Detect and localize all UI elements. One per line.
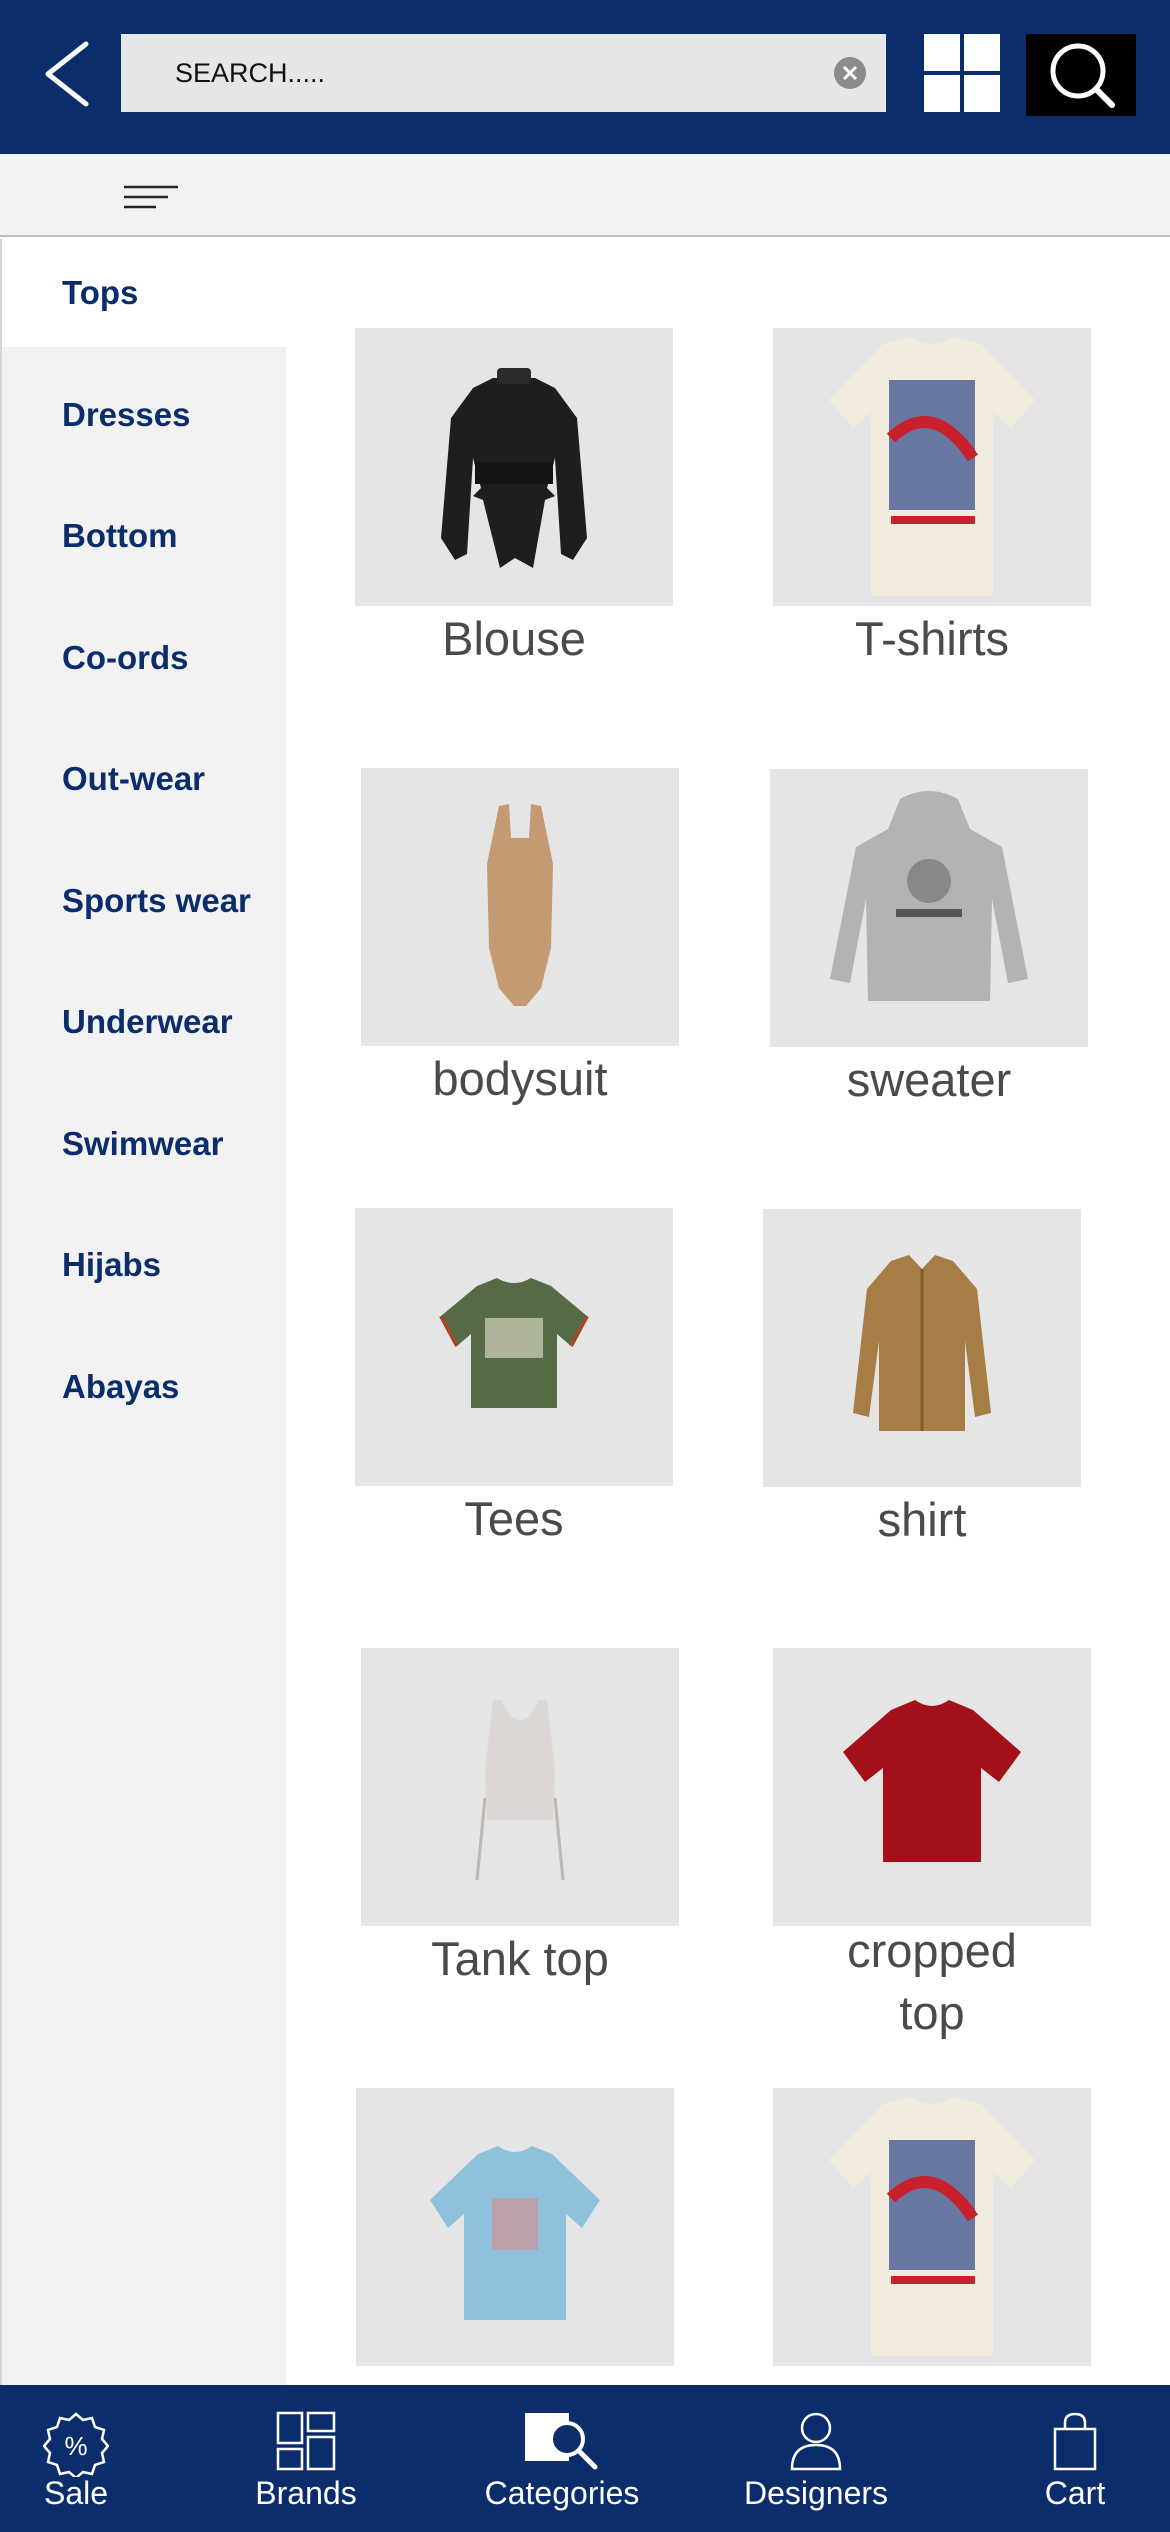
sidebar-item-co-ords[interactable]: Co-ords (2, 604, 288, 712)
tank-top-image-icon (475, 1700, 565, 1881)
brands-grid-icon (276, 2411, 336, 2471)
nav-item-sale[interactable]: % Sale (0, 2385, 152, 2532)
nav-item-categories[interactable]: Categories (480, 2385, 644, 2532)
percent-badge-icon: % (43, 2412, 109, 2477)
product-image (355, 328, 673, 606)
back-button[interactable] (36, 36, 100, 112)
search-button[interactable] (1026, 34, 1136, 116)
categories-search-icon (525, 2413, 598, 2470)
tshirt-image-icon (829, 336, 1035, 596)
grid-view-button[interactable] (924, 34, 1000, 112)
product-label: sweater (846, 1053, 1012, 1106)
nav-item-designers[interactable]: Designers (740, 2385, 892, 2532)
sidebar-item-label: Swimwear (62, 1125, 224, 1162)
filter-button[interactable] (122, 184, 180, 214)
sidebar-item-label: Tops (62, 274, 139, 311)
sidebar-item-swimwear[interactable]: Swimwear (2, 1090, 288, 1198)
sidebar-item-label: Co-ords (62, 639, 189, 676)
product-label: Tees (464, 1492, 564, 1545)
nav-label: Cart (1044, 2475, 1106, 2511)
sidebar-item-underwear[interactable]: Underwear (2, 968, 288, 1076)
product-label: Tank top (431, 1932, 609, 1985)
nav-label: Categories (484, 2475, 640, 2511)
sidebar-item-tops[interactable]: Tops (2, 239, 288, 347)
sidebar-item-label: Hijabs (62, 1246, 162, 1283)
sidebar-item-sports-wear[interactable]: Sports wear (2, 847, 288, 955)
bodysuit-image-icon (487, 804, 553, 1006)
product-image (773, 2088, 1091, 2366)
sidebar-item-label: Underwear (62, 1003, 233, 1040)
product-image (773, 1648, 1091, 1926)
product-label: shirt (877, 1493, 967, 1546)
product-label: cropped top (847, 1924, 1017, 2039)
sidebar-item-label: Sports wear (62, 882, 251, 919)
product-image (773, 328, 1091, 606)
product-image (356, 2088, 674, 2366)
search-icon (1050, 43, 1115, 108)
clear-circle-icon (834, 57, 866, 89)
sidebar-item-label: Bottom (62, 517, 178, 554)
chevron-left-icon (45, 41, 89, 107)
svg-text:%: % (64, 2431, 87, 2461)
shopping-bag-icon (1053, 2412, 1097, 2471)
sidebar-item-label: Dresses (62, 396, 191, 433)
filter-lines-icon (124, 185, 178, 209)
nav-item-cart[interactable]: Cart (1000, 2385, 1150, 2532)
nav-label: Sale (43, 2475, 109, 2511)
sweater-image-icon (830, 791, 1028, 1001)
product-label: T-shirts (854, 612, 1010, 665)
product-image (355, 1208, 673, 1486)
sidebar-item-bottom[interactable]: Bottom (2, 482, 288, 590)
product-grid: Blouse T-shirts bodysuit sweater Tees sh… (286, 239, 1170, 2385)
product-image (361, 768, 679, 1046)
cropped-top-image-icon (843, 1700, 1021, 1862)
blouse-image-icon (441, 368, 587, 568)
blue-tee-image-icon (430, 2146, 600, 2320)
nav-label: Brands (255, 2475, 357, 2511)
product-image (763, 1209, 1081, 1487)
sidebar-item-label: Out-wear (62, 760, 206, 797)
user-icon (790, 2412, 842, 2471)
sidebar-item-out-wear[interactable]: Out-wear (2, 725, 288, 833)
product-label: Blouse (442, 612, 586, 665)
shirt-image-icon (853, 1255, 991, 1431)
sidebar-item-hijabs[interactable]: Hijabs (2, 1211, 288, 1319)
category-sidebar: Tops Dresses Bottom Co-ords Out-wear Spo… (0, 239, 288, 2385)
sidebar-item-abayas[interactable]: Abayas (2, 1333, 288, 1441)
bottom-navigation: % Sale Brands Categories Designers Cart (0, 2385, 1170, 2532)
product-image (361, 1648, 679, 1926)
sidebar-item-label: Abayas (62, 1368, 180, 1405)
top-header (0, 0, 1170, 154)
clear-search-button[interactable] (833, 56, 867, 90)
nav-label: Designers (743, 2475, 889, 2511)
product-label: bodysuit (432, 1052, 608, 1105)
search-bar (121, 34, 886, 112)
filter-bar (0, 154, 1170, 237)
product-image (770, 769, 1088, 1047)
nav-item-brands[interactable]: Brands (230, 2385, 382, 2532)
grid-view-icon (924, 34, 1000, 112)
tshirt-image-icon (829, 2096, 1035, 2356)
sidebar-item-dresses[interactable]: Dresses (2, 361, 288, 469)
tee-image-icon (439, 1278, 589, 1408)
search-input[interactable] (175, 34, 815, 112)
